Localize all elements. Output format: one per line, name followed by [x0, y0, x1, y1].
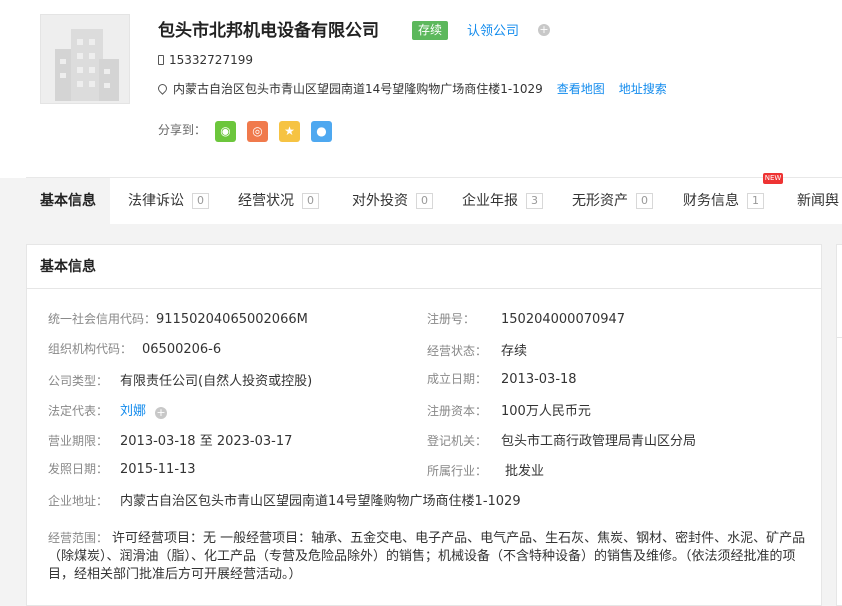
qzone-star-icon[interactable]: ★ — [279, 121, 300, 142]
field-credit-code: 统一社会信用代码：91150204065002066M — [48, 312, 308, 327]
side-panel — [836, 244, 842, 606]
field-op-status: 经营状态： 存续 — [427, 344, 528, 359]
plus-icon[interactable]: + — [538, 24, 550, 36]
section-tabs: 基本信息 法律诉讼 0 经营状况 0 对外投资 0 企业年报 3 无形资产 0 财务信息 1… — [26, 177, 842, 225]
tab-investment[interactable]: 对外投资 0 — [352, 178, 433, 225]
field-org-code: 组织机构代码： 06500206-6 — [48, 342, 222, 357]
tab-news[interactable]: 新闻舆 — [797, 178, 839, 225]
address-row: 内蒙古自治区包头市青山区望园南道14号望隆购物广场商住楼1-1029 查看地图 地址… — [156, 80, 667, 97]
tab-annual-report[interactable]: 企业年报 3 — [462, 178, 543, 225]
building-icon — [55, 29, 119, 101]
tab-basic-info[interactable]: 基本信息 — [26, 178, 110, 225]
address-search-link[interactable]: 地址搜索 — [619, 82, 667, 96]
tab-count: 0 — [636, 193, 653, 209]
tab-financial[interactable]: 财务信息 1 — [683, 178, 764, 225]
wechat-icon[interactable]: ◉ — [215, 121, 236, 142]
qq-icon[interactable]: ● — [311, 121, 332, 142]
field-issue-date: 发照日期： 2015-11-13 — [48, 462, 196, 477]
tab-count: 1 — [747, 193, 764, 209]
field-company-type: 公司类型： 有限责任公司(自然人投资或控股) — [48, 374, 313, 389]
share-label: 分享到： — [158, 123, 207, 137]
view-map-link[interactable]: 查看地图 — [557, 82, 605, 96]
tab-count: 3 — [526, 193, 543, 209]
status-badge: 存续 — [412, 21, 449, 40]
phone-icon — [158, 55, 164, 65]
tab-legal[interactable]: 法律诉讼 0 — [128, 178, 209, 225]
field-authority: 登记机关： 包头市工商行政管理局青山区分局 — [427, 434, 697, 449]
field-legal-rep: 法定代表： 刘娜 + — [48, 404, 168, 419]
phone-row: 15332727199 — [158, 53, 253, 67]
field-industry: 所属行业： 批发业 — [427, 464, 545, 479]
company-header: 包头市北邦机电设备有限公司 存续 认领公司 + 15332727199 内蒙古自… — [0, 0, 842, 178]
field-capital: 注册资本： 100万人民币元 — [427, 404, 591, 419]
tab-count: 0 — [416, 193, 433, 209]
plus-icon[interactable]: + — [155, 407, 168, 419]
new-badge: NEW — [763, 173, 783, 184]
field-address: 企业地址： 内蒙古自治区包头市青山区望园南道14号望隆购物广场商住楼1-1029 — [48, 494, 521, 509]
tab-intangible-assets[interactable]: 无形资产 0 — [572, 178, 653, 225]
tab-count: 0 — [302, 193, 319, 209]
tab-count: 0 — [192, 193, 209, 209]
side-divider — [836, 337, 842, 338]
legal-rep-link[interactable]: 刘娜 — [120, 404, 146, 419]
header-address: 内蒙古自治区包头市青山区望园南道14号望隆购物广场商住楼1-1029 — [173, 82, 543, 96]
tab-operations[interactable]: 经营状况 0 — [238, 178, 319, 225]
weibo-icon[interactable]: ◎ — [247, 121, 268, 142]
field-found-date: 成立日期： 2013-03-18 — [427, 372, 577, 387]
card-title: 基本信息 — [27, 245, 821, 289]
field-term: 营业期限： 2013-03-18 至 2023-03-17 — [48, 434, 293, 449]
claim-company-link[interactable]: 认领公司 — [467, 20, 519, 39]
company-name: 包头市北邦机电设备有限公司 — [158, 21, 379, 41]
company-logo — [40, 14, 130, 104]
phone-number: 15332727199 — [169, 53, 253, 67]
field-reg-no: 注册号： 150204000070947 — [427, 312, 626, 327]
field-business-scope: 经营范围： 许可经营项目：无 一般经营项目：轴承、五金交电、电子产品、电气产品、生… — [48, 531, 806, 582]
location-pin-icon — [156, 82, 169, 95]
